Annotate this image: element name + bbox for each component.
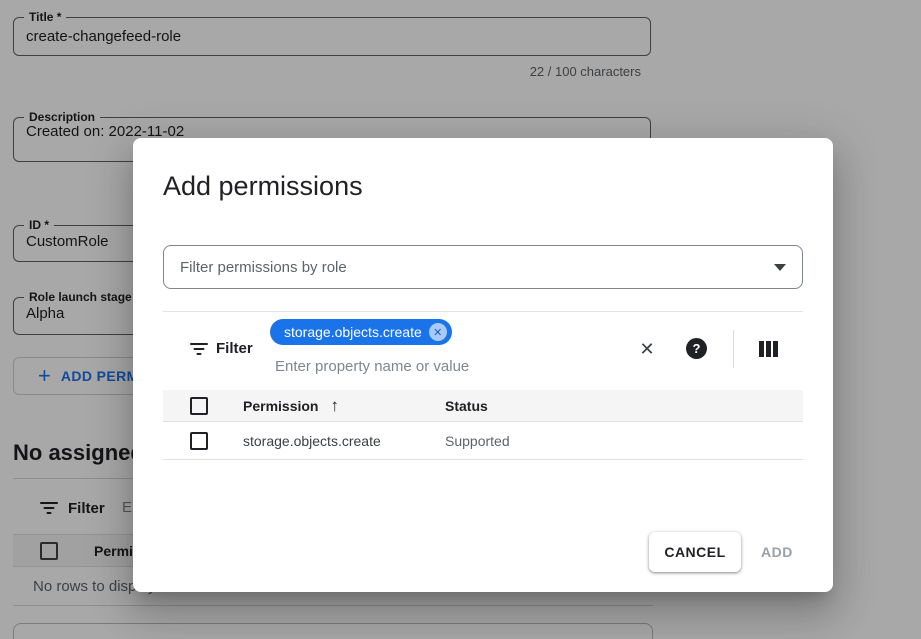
status-column-label: Status bbox=[445, 398, 488, 414]
row-checkbox[interactable] bbox=[190, 432, 208, 450]
dialog-title: Add permissions bbox=[163, 171, 363, 202]
permission-cell: storage.objects.create bbox=[243, 433, 418, 449]
divider bbox=[733, 330, 734, 368]
filter-icon bbox=[190, 342, 208, 356]
filter-chip[interactable]: storage.objects.create ✕ bbox=[270, 319, 452, 345]
clear-filter-icon[interactable]: ✕ bbox=[634, 336, 660, 362]
chip-remove-icon[interactable]: ✕ bbox=[429, 323, 447, 341]
permission-column-label: Permission bbox=[243, 398, 318, 414]
filter-chip-label: storage.objects.create bbox=[284, 324, 422, 340]
divider bbox=[163, 311, 803, 312]
role-dropdown-placeholder: Filter permissions by role bbox=[180, 259, 774, 276]
add-button[interactable]: ADD bbox=[761, 532, 793, 572]
permission-table-row[interactable]: storage.objects.create Supported bbox=[163, 423, 803, 460]
filter-label: Filter bbox=[216, 340, 253, 357]
cancel-button[interactable]: CANCEL bbox=[649, 532, 741, 572]
status-cell: Supported bbox=[445, 433, 510, 449]
create-role-page: Title * create-changefeed-role 22 / 100 … bbox=[0, 0, 921, 639]
filter-input-placeholder[interactable]: Enter property name or value bbox=[275, 358, 469, 375]
column-display-icon[interactable] bbox=[759, 341, 778, 357]
permission-column-header[interactable]: Permission ↑ bbox=[243, 396, 418, 416]
sort-ascending-icon: ↑ bbox=[330, 396, 339, 416]
chevron-down-icon bbox=[774, 264, 786, 271]
add-permissions-dialog: Add permissions Filter permissions by ro… bbox=[133, 138, 833, 592]
help-icon[interactable]: ? bbox=[686, 338, 707, 359]
status-column-header[interactable]: Status bbox=[445, 398, 488, 414]
select-all-checkbox[interactable] bbox=[190, 397, 208, 415]
permissions-table-header: Permission ↑ Status bbox=[163, 390, 803, 422]
filter-permissions-by-role-dropdown[interactable]: Filter permissions by role bbox=[163, 245, 803, 289]
